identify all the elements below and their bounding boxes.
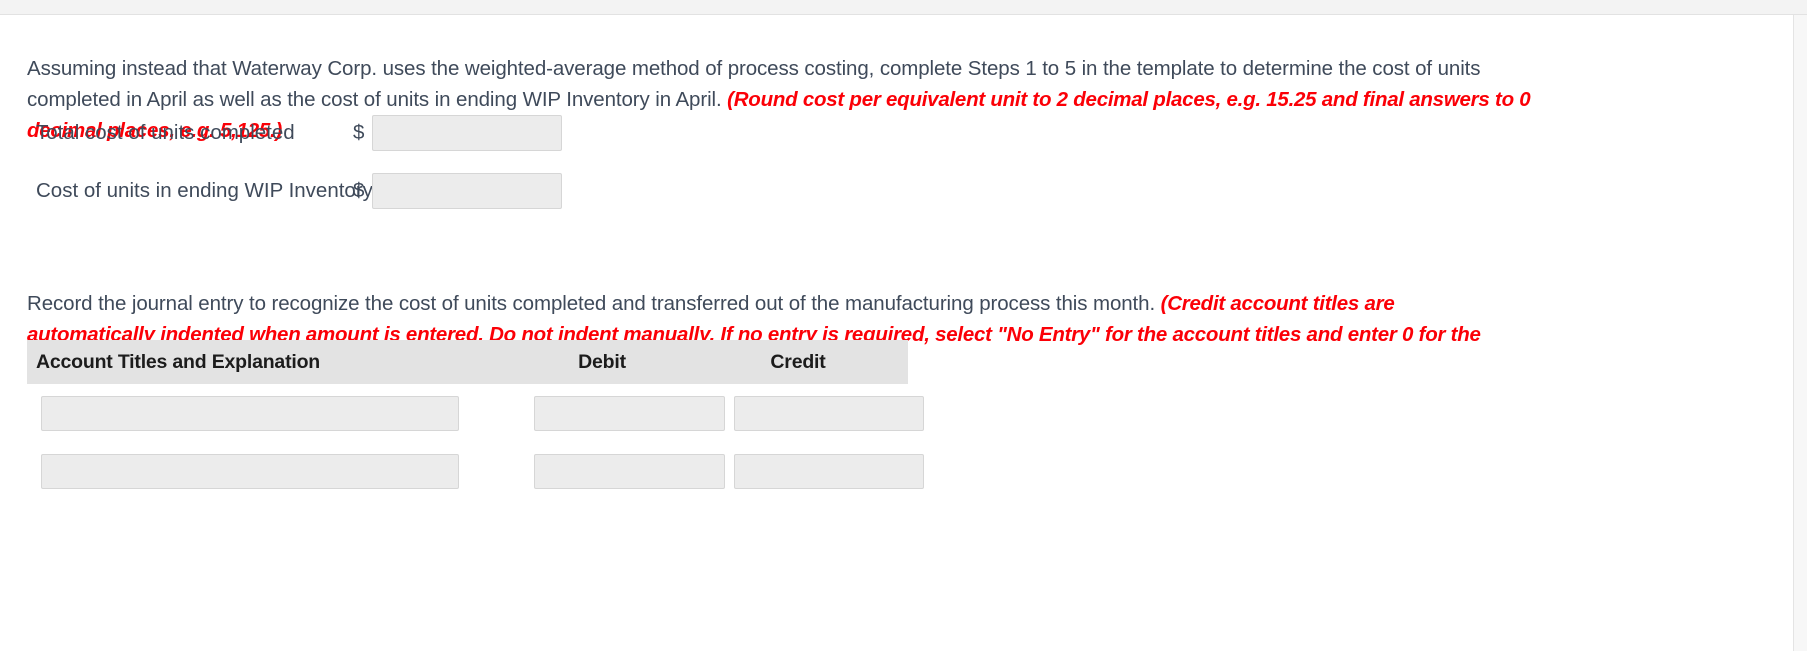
column-header-debit: Debit <box>578 350 626 373</box>
input-cost-of-units-in-ending-wip-inventory[interactable] <box>372 173 562 209</box>
column-header-account-titles: Account Titles and Explanation <box>36 350 321 373</box>
answer-row-total-cost: Total cost of units completed $ <box>36 115 596 151</box>
input-credit-row-1[interactable] <box>734 395 924 431</box>
input-credit-row-2[interactable] <box>734 453 924 489</box>
dollar-sign-icon: $ <box>353 179 365 202</box>
input-account-title-row-2[interactable] <box>41 453 459 489</box>
journal-entry-table: Account Titles and Explanation Debit Cre… <box>27 340 924 500</box>
cell-debit <box>507 395 726 431</box>
right-gutter <box>1793 15 1807 651</box>
input-total-cost-of-units-completed[interactable] <box>372 115 562 151</box>
cell-account-title <box>27 395 507 431</box>
label-cost-of-units-in-ending-wip-inventory: Cost of units in ending WIP Inventory <box>36 179 373 202</box>
cell-credit <box>726 453 924 489</box>
table-row <box>27 384 924 442</box>
exercise-page: Assuming instead that Waterway Corp. use… <box>0 0 1807 651</box>
journal-instruction-text: Record the journal entry to recognize th… <box>27 291 1161 315</box>
answer-row-ending-wip: Cost of units in ending WIP Inventory $ <box>36 173 596 209</box>
cell-credit <box>726 395 924 431</box>
dollar-sign-icon: $ <box>353 121 365 144</box>
table-row <box>27 442 924 500</box>
top-bar <box>0 0 1807 15</box>
column-header-credit: Credit <box>770 350 826 373</box>
input-debit-row-2[interactable] <box>534 453 725 489</box>
input-debit-row-1[interactable] <box>534 395 725 431</box>
cell-debit <box>507 453 726 489</box>
content-area: Assuming instead that Waterway Corp. use… <box>0 15 1793 651</box>
input-account-title-row-1[interactable] <box>41 395 459 431</box>
cell-account-title <box>27 453 507 489</box>
label-total-cost-of-units-completed: Total cost of units completed <box>36 121 295 144</box>
table-header-row: Account Titles and Explanation Debit Cre… <box>27 340 908 384</box>
